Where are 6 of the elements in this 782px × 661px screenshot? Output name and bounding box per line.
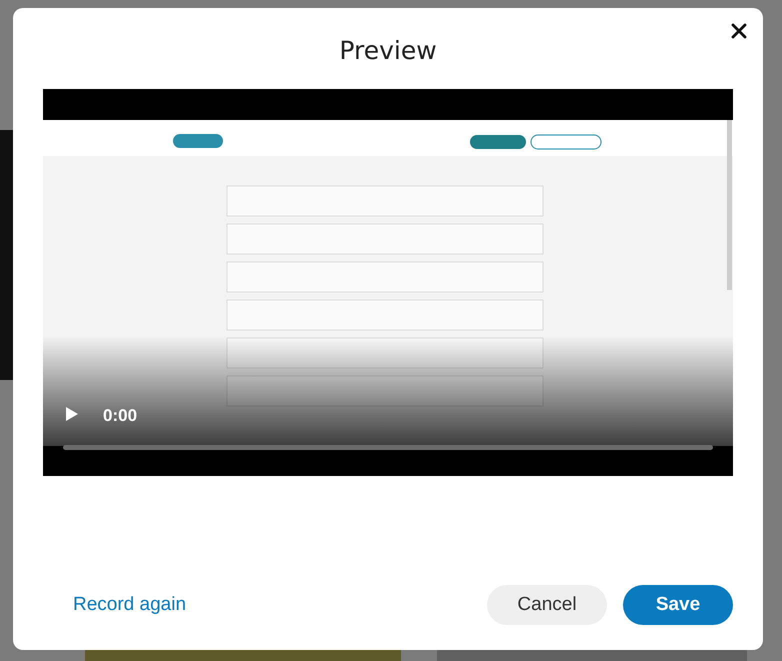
record-again-link[interactable]: Record again xyxy=(73,590,186,620)
cancel-button[interactable]: Cancel xyxy=(487,585,607,625)
dialog-title: Preview xyxy=(338,35,438,67)
video-time: 0:00 xyxy=(103,405,138,427)
save-button[interactable]: Save xyxy=(623,585,733,625)
progress-track[interactable] xyxy=(63,445,713,450)
